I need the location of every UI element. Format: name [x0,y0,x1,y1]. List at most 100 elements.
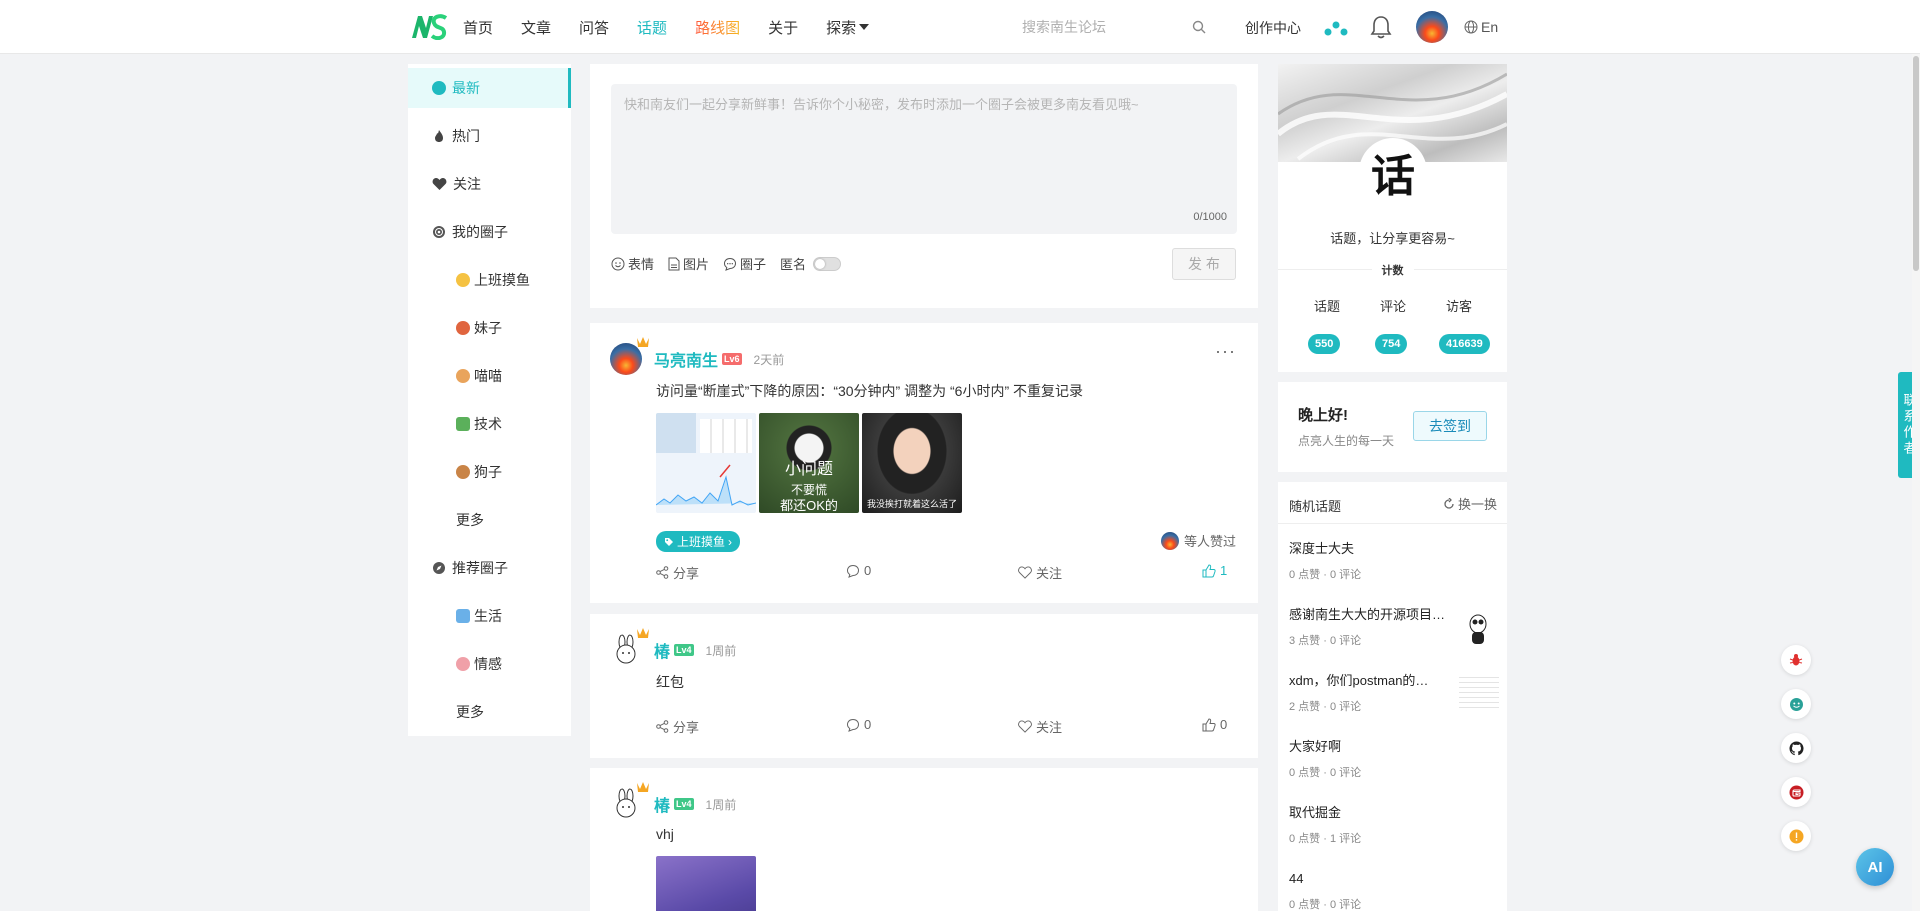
language-switch[interactable]: En [1464,19,1498,35]
nav-roadmap[interactable]: 路线图 [695,17,740,38]
random-topic-item[interactable]: 取代掘金 0 点赞 · 1 评论 [1289,804,1499,860]
follow-button[interactable]: 关注 [1018,563,1062,582]
share-button[interactable]: 分享 [656,563,699,582]
nav-articles[interactable]: 文章 [521,17,551,38]
post-content: 访问量“断崖式”下降的原因：“30分钟内” 调整为 “6小时内” 不重复记录 [656,383,1083,399]
follow-button[interactable]: 关注 [1018,717,1062,736]
sidebar-item-label: 技术 [474,416,502,432]
nav-topics[interactable]: 话题 [637,17,667,38]
liker-avatar[interactable] [1160,531,1179,550]
sidebar-item-circle-slacking[interactable]: 上班摸鱼 [408,260,571,300]
sidebar-item-circle-tech[interactable]: 技术 [408,404,571,444]
sidebar-item-more-recommended[interactable]: 更多 [408,692,571,732]
random-topic-item[interactable]: 深度士大夫 0 点赞 · 0 评论 [1289,540,1499,596]
random-topics-header: 随机话题 换一换 [1278,482,1507,524]
circle-tag[interactable]: 上班摸鱼 › [656,531,741,552]
gitee-button[interactable] [1781,777,1811,807]
vip-crown-icon [637,628,649,638]
nav-home[interactable]: 首页 [463,17,493,38]
sidebar-item-my-circles[interactable]: 我的圈子 [408,212,571,252]
apps-icon[interactable] [1322,18,1350,38]
comment-button[interactable]: 0 [846,563,871,578]
sidebar-item-more-my-circles[interactable]: 更多 [408,500,571,540]
refresh-label: 换一换 [1457,497,1497,512]
like-button[interactable]: 0 [1202,717,1227,732]
sidebar-item-circle-girls[interactable]: 妹子 [408,308,571,348]
nav-about[interactable]: 关于 [768,17,798,38]
scrollbar-thumb[interactable] [1913,56,1919,271]
more-options-icon[interactable]: ··· [1215,341,1236,362]
post-content: vhj [656,826,674,842]
stat-label-comments: 评论 [1379,299,1406,314]
share-button[interactable]: 分享 [656,717,699,736]
smiley-icon [611,257,625,270]
post-author-name[interactable]: 椿 [654,792,670,816]
post-image-purple-scene[interactable] [656,856,756,911]
sidebar-item-label: 情感 [474,656,502,672]
sidebar-item-recommended[interactable]: 推荐圈子 [408,548,571,588]
nav-explore-label: 探索 [826,19,857,37]
heart-outline-icon [1018,566,1032,579]
post-textarea[interactable] [611,84,1237,234]
notice-button[interactable] [1781,821,1811,851]
liked-by: 等人赞过 [1160,531,1236,550]
gitee-icon [1789,785,1803,799]
emoji-button[interactable]: 表情 [611,254,654,273]
chevron-right-icon: › [728,534,733,549]
sidebar-item-circle-dogs[interactable]: 狗子 [408,452,571,492]
bug-icon [1789,654,1803,666]
sidebar-item-latest[interactable]: 最新 [408,68,571,108]
image-button[interactable]: 图片 [668,254,709,273]
sidebar-item-circle-cats[interactable]: 喵喵 [408,356,571,396]
sidebar-item-hot[interactable]: 热门 [408,116,571,156]
random-topic-title: 感谢南生大大的开源项目… [1289,607,1446,622]
nav-explore[interactable]: 探索 [826,17,870,38]
sidebar-item-follow[interactable]: 关注 [408,164,571,204]
chat-button[interactable] [1781,689,1811,719]
like-count: 1 [1220,563,1228,578]
sign-in-button[interactable]: 去签到 [1413,411,1487,441]
level-badge: Lv4 [674,798,694,810]
random-topic-meta: 0 点赞 · 0 评论 [1289,899,1362,911]
anonymous-toggle[interactable] [813,256,842,271]
random-topic-title: xdm，你们postman的… [1289,673,1429,688]
image-line-chart [656,464,756,506]
post-image-chart-screenshot[interactable] [656,413,756,513]
like-button[interactable]: 1 [1202,563,1227,578]
post-author-name[interactable]: 马亮南生 [654,347,718,371]
nav-qa[interactable]: 问答 [579,17,609,38]
search-icon[interactable] [1192,20,1206,34]
image-label: 图片 [683,257,710,272]
random-topic-item[interactable]: 44 0 点赞 · 0 评论 [1289,870,1499,911]
girl-emoji-icon [456,321,470,335]
circle-button[interactable]: 圈子 [723,254,766,273]
user-avatar[interactable] [1416,11,1448,43]
post-image-panda[interactable]: 小问题 不要慌 都还OK的 [759,413,859,513]
ai-assistant-button[interactable]: AI [1856,848,1894,886]
post-author-name[interactable]: 椿 [654,638,670,662]
sidebar-item-label: 关注 [453,176,481,192]
publish-button[interactable]: 发 布 [1172,248,1236,280]
bug-report-button[interactable] [1781,645,1811,675]
comment-button[interactable]: 0 [846,717,871,732]
sidebar-item-circle-emotion[interactable]: 情感 [408,644,571,684]
sidebar-item-circle-life[interactable]: 生活 [408,596,571,636]
refresh-topics-button[interactable]: 换一换 [1443,494,1497,513]
bell-icon[interactable] [1370,15,1392,39]
search-input[interactable] [1010,19,1180,35]
left-sidebar: 最新 热门 关注 我的圈子 上班摸鱼 妹子 喵喵 技术 狗子 更多 推荐圈子 生 [408,64,571,736]
site-logo[interactable] [410,14,448,40]
post-images: 小问题 不要慌 都还OK的 我没挨打就着这么活了 [656,413,962,513]
random-topic-item[interactable]: 感谢南生大大的开源项目… 3 点赞 · 0 评论 [1289,606,1499,662]
like-count: 0 [1220,717,1228,732]
creator-center-link[interactable]: 创作中心 [1245,18,1301,38]
github-button[interactable] [1781,733,1811,763]
random-topic-item[interactable]: xdm，你们postman的… 2 点赞 · 0 评论 [1289,672,1499,728]
random-topic-item[interactable]: 大家好啊 0 点赞 · 0 评论 [1289,738,1499,794]
post-image-girl[interactable]: 我没挨打就着这么活了 [862,413,962,513]
sidebar-item-label: 我的圈子 [452,224,508,240]
post-composer: 0/1000 表情 图片 圈子 匿名 发 布 [590,64,1258,308]
level-badge: Lv6 [722,353,742,365]
greeting-card: 晚上好! 点亮人生的每一天 去签到 [1278,382,1507,472]
post-card: 椿 Lv4 1周前 红包 分享 0 关注 0 [590,614,1258,758]
